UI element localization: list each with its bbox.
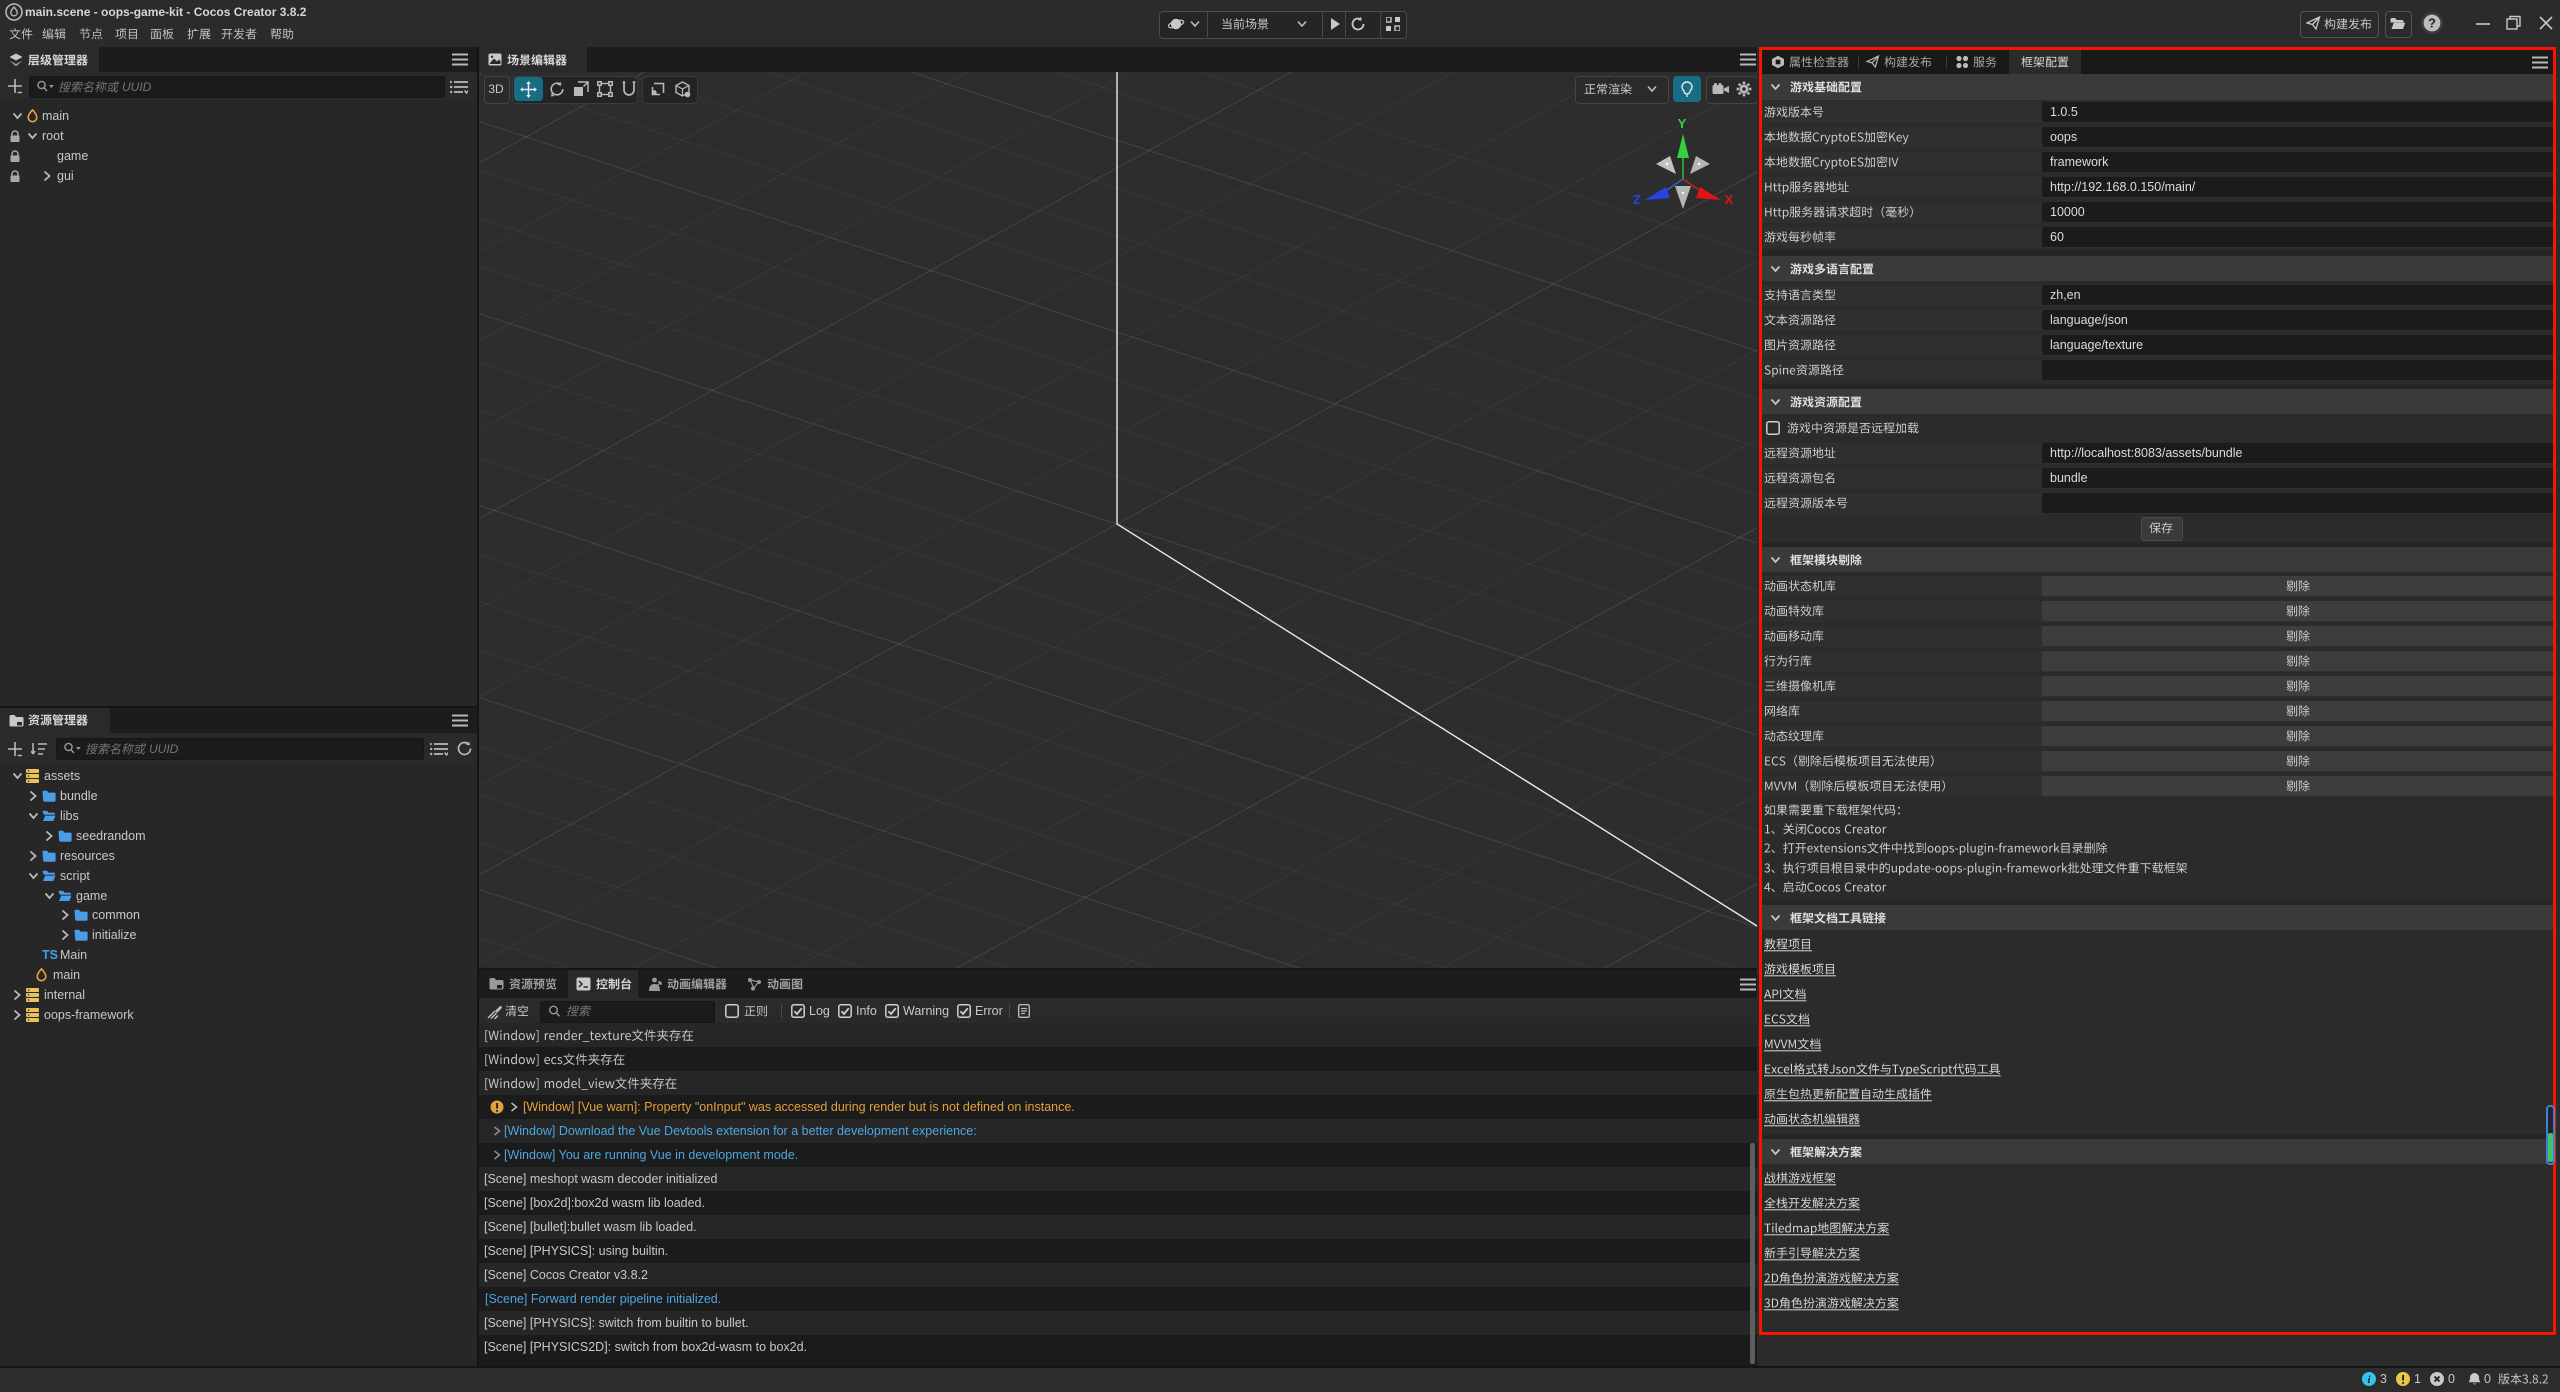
svg-text:X: X xyxy=(1725,192,1734,207)
svg-text:?: ? xyxy=(2428,16,2436,31)
svg-text:Z: Z xyxy=(1633,192,1641,207)
svg-text:Y: Y xyxy=(1678,116,1687,131)
